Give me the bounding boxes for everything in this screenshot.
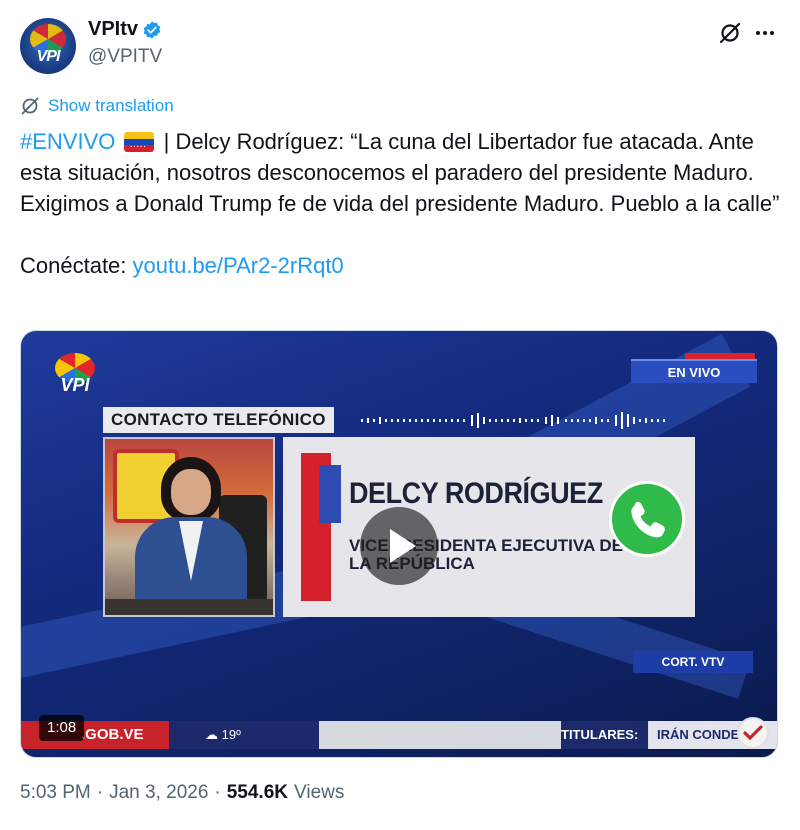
video-duration: 1:08 — [39, 715, 85, 741]
ticker-weather: ☁ 19º — [169, 721, 319, 749]
credit-label: CORT. VTV — [633, 651, 753, 673]
tweet-meta: 5:03 PM · Jan 3, 2026 · 554.6K Views — [20, 782, 344, 804]
grok-slash-icon[interactable] — [717, 20, 743, 46]
phone-icon — [609, 481, 685, 557]
contact-label: CONTACTO TELEFÓNICO — [103, 407, 334, 433]
avatar-logo-text: VPI — [36, 48, 61, 65]
avatar[interactable]: VPI — [20, 18, 76, 74]
ticker-headlines-label: TITULARES: — [561, 721, 649, 749]
news-ticker: .GOB.VE ☁ 19º TITULARES: IRÁN CONDENA — [21, 721, 777, 749]
show-translation-label: Show translation — [48, 96, 174, 115]
live-label: EN VIVO — [631, 359, 757, 383]
translate-icon — [21, 97, 39, 115]
meta-separator: · — [96, 782, 104, 803]
play-button[interactable] — [360, 507, 438, 585]
author-name-row: VPItv — [88, 18, 162, 41]
tweet-text: #ENVIVO | Delcy Rodríguez: “La cuna del … — [20, 126, 780, 281]
venezuela-flag-icon — [123, 132, 154, 152]
handle[interactable]: @VPITV — [88, 46, 162, 68]
meta-separator: · — [214, 782, 221, 803]
channel-badge-icon — [737, 717, 769, 749]
caller-name: DELCY RODRÍGUEZ — [349, 477, 603, 510]
display-name[interactable]: VPItv — [88, 18, 138, 41]
more-icon[interactable] — [752, 20, 778, 46]
views-label: Views — [294, 782, 345, 803]
vpi-channel-logo: VPI — [47, 353, 103, 403]
youtube-link[interactable]: youtu.be/PAr2-2rRqt0 — [133, 253, 344, 278]
audio-wave-icon — [361, 412, 665, 429]
ticker-weather-value: 19º — [221, 727, 241, 742]
hashtag-link[interactable]: #ENVIVO — [20, 129, 115, 154]
weather-icon: ☁ — [205, 727, 222, 742]
video-player[interactable]: VPI EN VIVO CONTACTO TELEFÓNICO DELCY RO… — [20, 330, 778, 758]
tweet-time[interactable]: 5:03 PM — [20, 782, 91, 804]
connect-label: Conéctate: — [20, 253, 133, 278]
flag-accent-blue — [319, 465, 341, 523]
show-translation-link[interactable]: Show translation — [20, 96, 174, 116]
speaker-photo — [103, 437, 275, 617]
views-count[interactable]: 554.6K — [227, 782, 288, 804]
tweet-date[interactable]: Jan 3, 2026 — [109, 782, 208, 804]
vpi-logo-text: VPI — [60, 375, 90, 395]
verified-badge-icon — [143, 20, 161, 39]
